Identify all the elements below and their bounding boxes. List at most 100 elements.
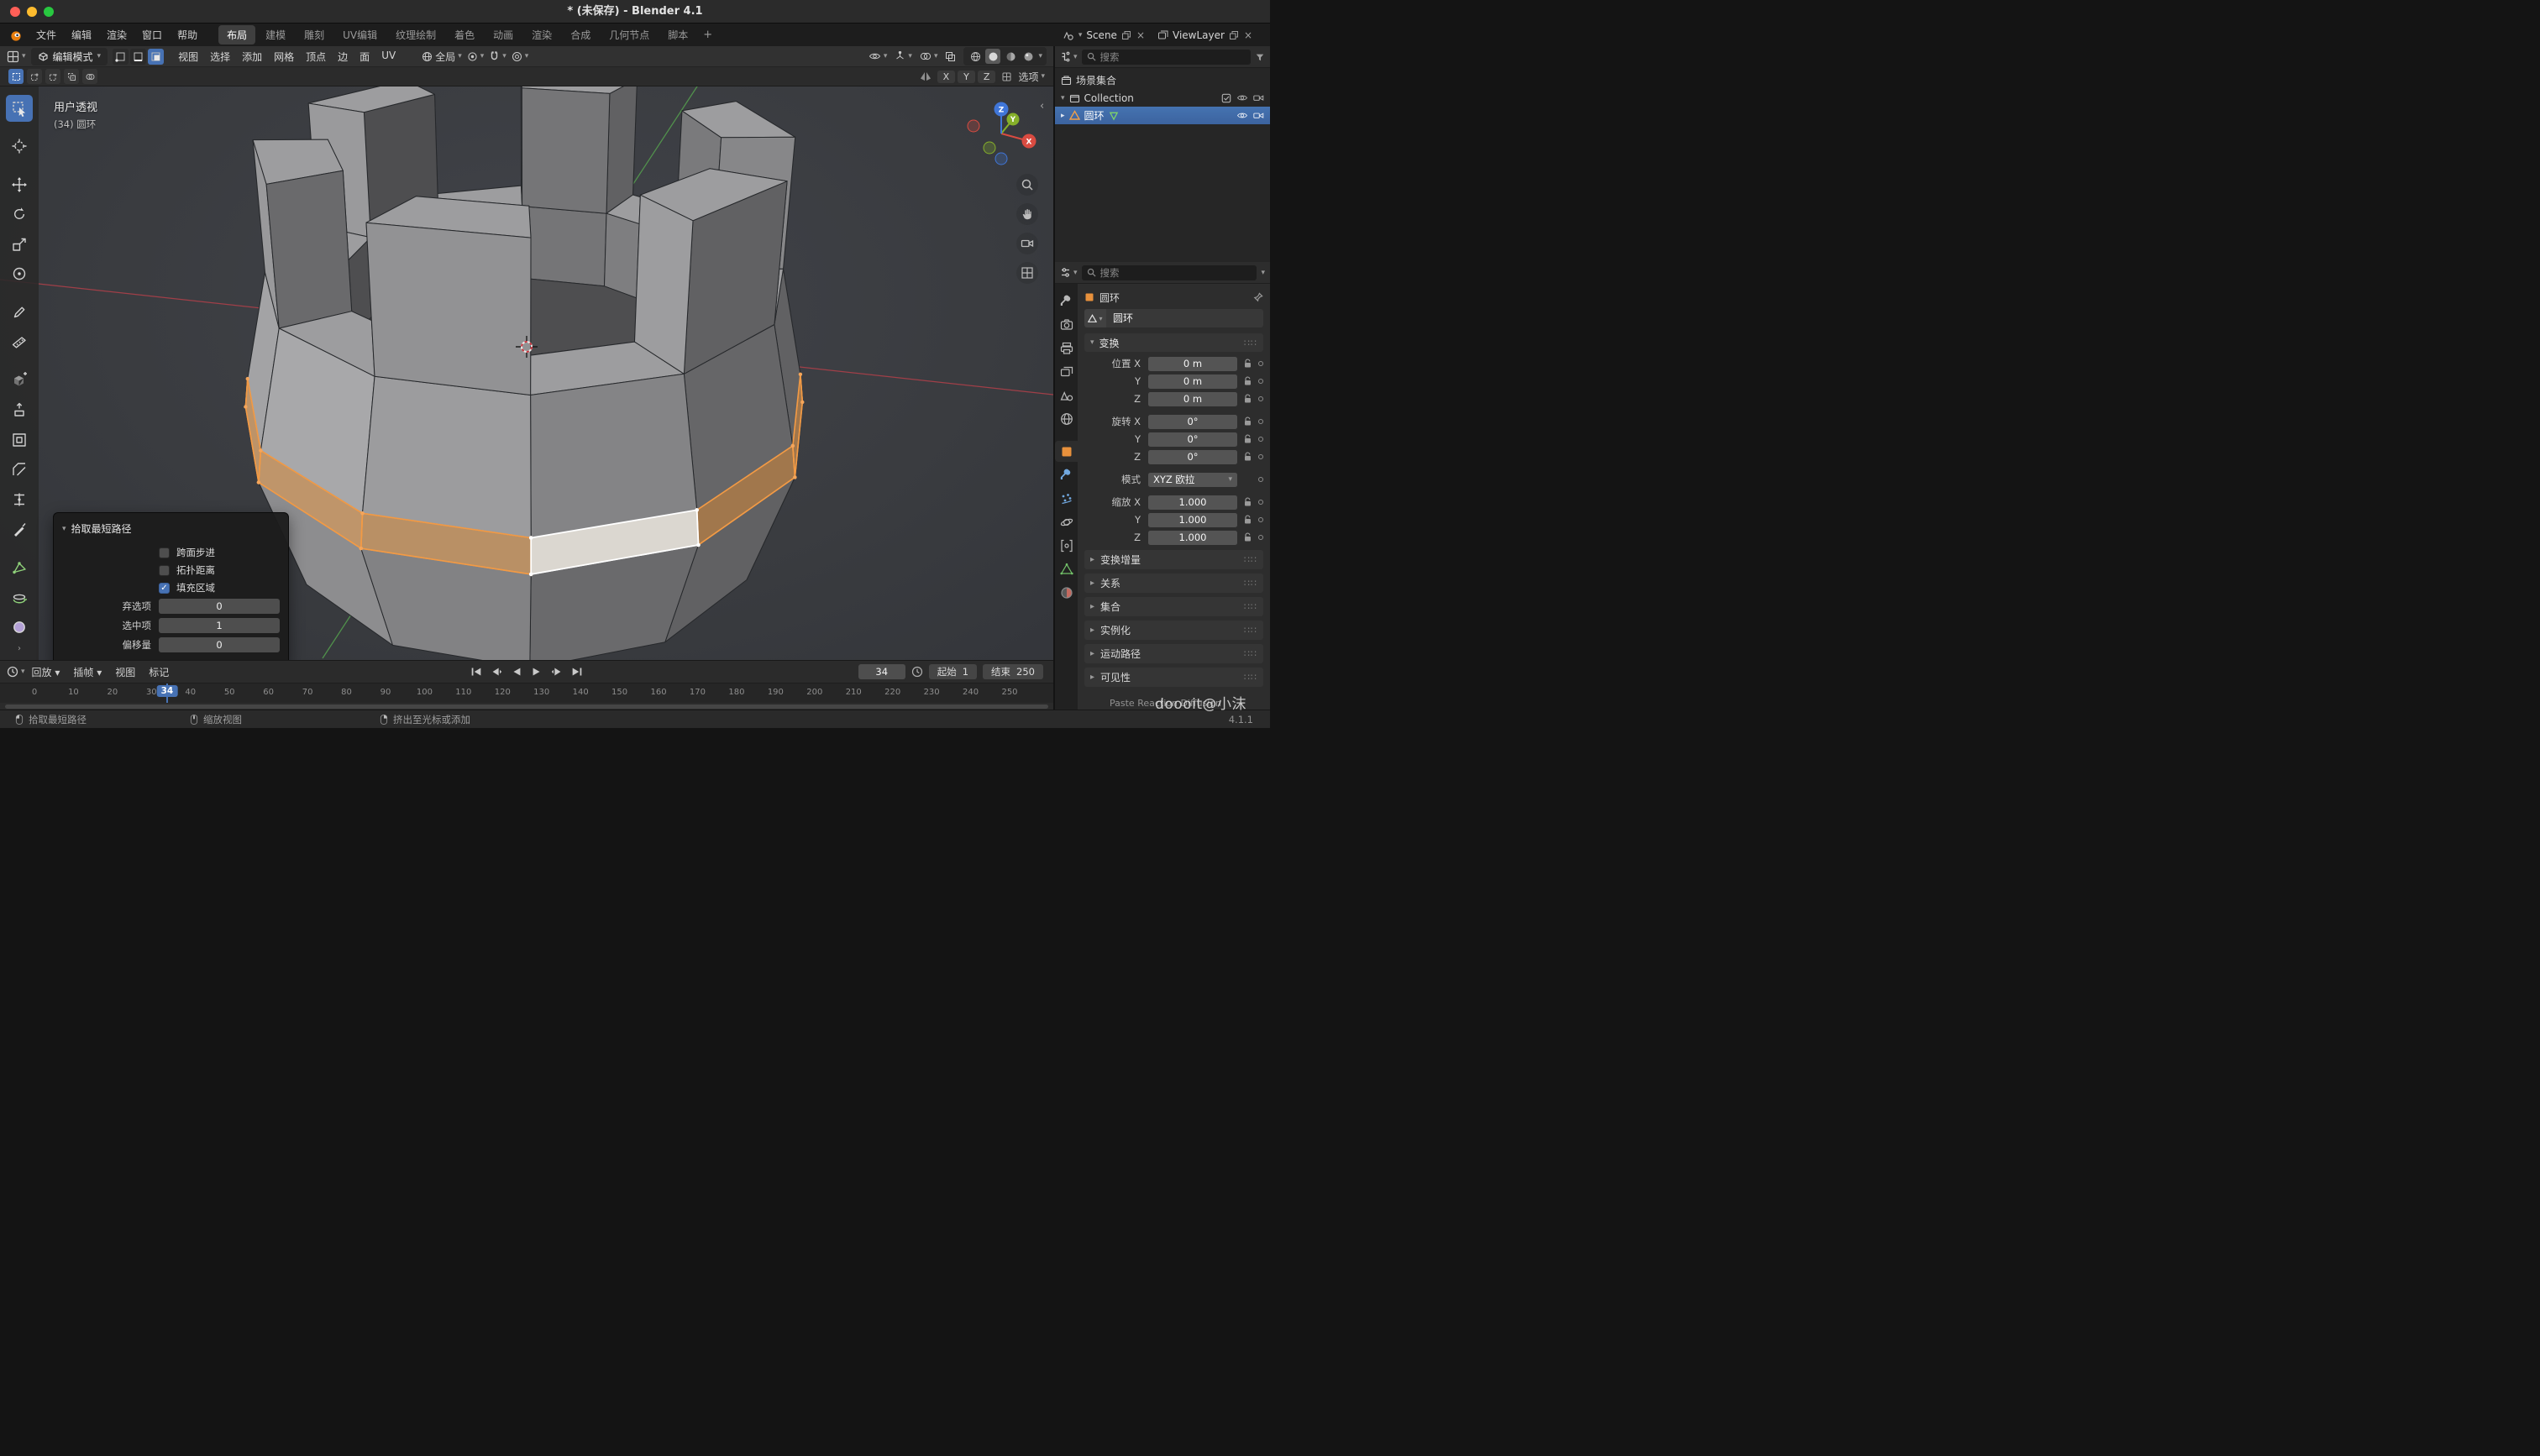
prev-keyframe-button[interactable] <box>487 663 506 679</box>
tool-transform[interactable] <box>6 261 33 288</box>
wireframe-shading-button[interactable] <box>968 49 983 64</box>
current-frame-field[interactable]: 34 <box>858 664 905 679</box>
transform-value-field[interactable]: 0 m <box>1148 357 1237 371</box>
snap-settings-icon[interactable] <box>1001 71 1012 82</box>
animate-decorator-icon[interactable] <box>1258 500 1263 505</box>
tool-select-box[interactable] <box>6 95 33 122</box>
hide-eye-icon[interactable] <box>1236 111 1248 120</box>
lock-icon[interactable] <box>1243 394 1252 404</box>
checkbox-icon[interactable] <box>1221 93 1231 103</box>
frame-end-field[interactable]: 结束 250 <box>983 664 1043 679</box>
field-value-2[interactable]: 0 <box>159 637 280 652</box>
animate-decorator-icon[interactable] <box>1258 454 1263 459</box>
frame-start-field[interactable]: 起始 1 <box>929 664 977 679</box>
properties-section-0[interactable]: ▸变换增量∷∷ <box>1084 550 1263 569</box>
tool-knife[interactable] <box>6 516 33 543</box>
lock-icon[interactable] <box>1243 515 1252 525</box>
pin-icon[interactable] <box>1253 292 1263 302</box>
rendered-shading-button[interactable] <box>1021 49 1036 64</box>
camera-visibility-icon[interactable] <box>1253 111 1264 120</box>
workspace-tab-9[interactable]: 几何节点 <box>601 25 658 45</box>
topbar-menu-1[interactable]: 编辑 <box>64 26 99 44</box>
tool-smooth[interactable] <box>6 614 33 641</box>
scrollbar-thumb[interactable] <box>5 704 1048 709</box>
editor-type-button[interactable]: ▾ <box>7 50 26 63</box>
lock-icon[interactable] <box>1243 434 1252 444</box>
mode-dropdown[interactable]: 编辑模式 ▾ <box>31 48 108 65</box>
properties-editor-type-button[interactable]: ▾ <box>1060 267 1078 278</box>
properties-tab-output[interactable] <box>1055 338 1078 359</box>
timeline-menu-3[interactable]: 标记 <box>142 663 176 681</box>
tool-loop-cut[interactable] <box>6 486 33 513</box>
transform-value-field[interactable]: 0° <box>1148 415 1237 429</box>
animate-decorator-icon[interactable] <box>1258 361 1263 366</box>
select-mode-intersect-button[interactable] <box>82 69 97 84</box>
properties-tab-tool[interactable] <box>1055 291 1078 312</box>
snap-toggle[interactable]: ▾ <box>489 51 506 62</box>
properties-tab-object[interactable] <box>1055 441 1078 462</box>
mirror-axis-z-button[interactable]: Z <box>978 71 996 83</box>
outliner-row-scene-collection[interactable]: 场景集合 <box>1055 71 1270 89</box>
checkbox-0[interactable] <box>159 547 170 558</box>
properties-tab-modifiers[interactable] <box>1055 464 1078 485</box>
properties-tab-particles[interactable] <box>1055 488 1078 509</box>
transform-value-field[interactable]: 1.000 <box>1148 531 1237 545</box>
hide-eye-icon[interactable] <box>1236 93 1248 102</box>
properties-tab-physics[interactable] <box>1055 511 1078 532</box>
workspace-tab-10[interactable]: 脚本 <box>659 25 696 45</box>
properties-tab-world[interactable] <box>1055 408 1078 429</box>
animate-decorator-icon[interactable] <box>1258 437 1263 442</box>
material-shading-button[interactable] <box>1003 49 1018 64</box>
unlink-scene-icon[interactable]: × <box>1136 29 1146 41</box>
workspace-tab-3[interactable]: UV编辑 <box>334 25 386 45</box>
checkbox-2[interactable]: ✓ <box>159 583 170 594</box>
lock-icon[interactable] <box>1243 416 1252 427</box>
animate-decorator-icon[interactable] <box>1258 396 1263 401</box>
field-value-1[interactable]: 1 <box>159 618 280 633</box>
properties-section-4[interactable]: ▸运动路径∷∷ <box>1084 644 1263 663</box>
transform-value-field[interactable]: 0 m <box>1148 374 1237 389</box>
lock-icon[interactable] <box>1243 497 1252 507</box>
camera-view-icon[interactable] <box>1016 233 1038 254</box>
properties-tab-material[interactable] <box>1055 582 1078 603</box>
solid-shading-button[interactable] <box>985 49 1000 64</box>
expand-icon[interactable]: ▸ <box>1061 112 1065 120</box>
outliner-row-collection[interactable]: ▾ Collection <box>1055 89 1270 107</box>
add-workspace-button[interactable]: + <box>696 29 719 41</box>
properties-section-2[interactable]: ▸集合∷∷ <box>1084 597 1263 616</box>
workspace-tab-5[interactable]: 着色 <box>446 25 483 45</box>
select-mode-invert-button[interactable] <box>64 69 79 84</box>
properties-tab-data[interactable] <box>1055 558 1078 579</box>
tool-rotate[interactable] <box>6 201 33 228</box>
topbar-menu-3[interactable]: 窗口 <box>134 26 170 44</box>
expand-icon[interactable]: ▾ <box>1061 94 1065 102</box>
transform-value-field[interactable]: 1.000 <box>1148 513 1237 527</box>
tool-annotate[interactable] <box>6 299 33 326</box>
outliner-search-input[interactable]: 搜索 <box>1082 50 1251 65</box>
topbar-menu-2[interactable]: 渲染 <box>99 26 134 44</box>
mirror-axis-x-button[interactable]: X <box>937 71 956 83</box>
shading-dropdown-icon[interactable]: ▾ <box>1038 52 1042 60</box>
viewport-menu-6[interactable]: 面 <box>354 48 375 65</box>
workspace-tab-7[interactable]: 渲染 <box>523 25 560 45</box>
animate-decorator-icon[interactable] <box>1258 419 1263 424</box>
auto-keying-clock-icon[interactable] <box>911 666 923 678</box>
zoom-icon[interactable] <box>1016 174 1038 196</box>
workspace-tab-6[interactable]: 动画 <box>485 25 522 45</box>
animate-decorator-icon[interactable] <box>1258 535 1263 540</box>
id-type-icon[interactable]: ▾ <box>1084 309 1106 327</box>
jump-to-end-button[interactable] <box>568 663 586 679</box>
operator-panel[interactable]: ▾ 拾取最短路径 跨面步进拓扑距离✓填充区域 弃选项0选中项1偏移量0 <box>53 512 289 660</box>
topbar-menu-4[interactable]: 帮助 <box>170 26 205 44</box>
animate-decorator-icon[interactable] <box>1258 517 1263 522</box>
timeline-menu-1[interactable]: 插帧 ▾ <box>66 663 108 681</box>
workspace-tab-8[interactable]: 合成 <box>562 25 599 45</box>
viewport-menu-1[interactable]: 选择 <box>204 48 236 65</box>
proportional-editing-toggle[interactable]: ▾ <box>512 51 529 62</box>
tool-cursor[interactable] <box>6 133 33 160</box>
gizmos-dropdown[interactable]: ▾ <box>895 51 912 62</box>
tool-add-cube[interactable] <box>6 367 33 394</box>
pivot-point-dropdown[interactable]: ▾ <box>467 51 485 62</box>
select-mode-extend-button[interactable] <box>27 69 42 84</box>
transform-panel-header[interactable]: ▾ 变换 ∷∷ <box>1084 333 1263 352</box>
